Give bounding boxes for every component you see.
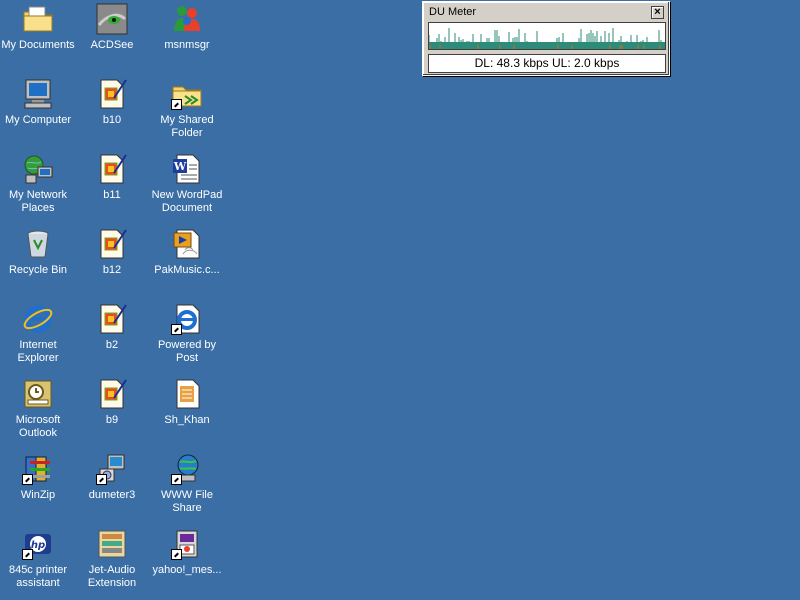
icon-label: WWW File Share bbox=[161, 489, 213, 514]
shortcut-arrow-icon bbox=[171, 474, 182, 485]
icon-label: Sh_Khan bbox=[164, 414, 210, 426]
icon-label: WinZip bbox=[20, 489, 56, 501]
desktop-icon-b9[interactable]: b9 bbox=[74, 378, 150, 427]
du-meter-title-bar[interactable]: DU Meter × bbox=[426, 5, 666, 21]
icon-label: Internet Explorer bbox=[17, 339, 59, 364]
file-share-icon bbox=[171, 453, 203, 485]
bandwidth-readout: DL: 48.3 kbps UL: 2.0 kbps bbox=[428, 54, 666, 73]
desktop-icon-sh-khan[interactable]: Sh_Khan bbox=[149, 378, 225, 427]
desktop-icon-my-computer[interactable]: My Computer bbox=[0, 78, 76, 127]
icon-label: Recycle Bin bbox=[8, 264, 68, 276]
desktop-icon-winzip[interactable]: WinZip bbox=[0, 453, 76, 502]
desktop-icon-msnmsgr[interactable]: msnmsgr bbox=[149, 3, 225, 52]
desktop[interactable]: My Documents My Computer My Network Plac… bbox=[0, 0, 800, 600]
desktop-icon-pakmusic[interactable]: PakMusic.c... bbox=[149, 228, 225, 277]
text-document-icon bbox=[171, 378, 203, 410]
desktop-icon-internet-explorer[interactable]: Internet Explorer bbox=[0, 303, 76, 365]
computer-icon bbox=[22, 78, 54, 110]
bandwidth-graph-svg bbox=[429, 28, 665, 49]
desktop-icon-b10[interactable]: b10 bbox=[74, 78, 150, 127]
icon-label: msnmsgr bbox=[164, 39, 210, 51]
yahoo-messenger-icon bbox=[171, 528, 203, 560]
svg-text:hp: hp bbox=[31, 540, 45, 551]
close-button[interactable]: × bbox=[651, 6, 664, 19]
icon-label: My Computer bbox=[4, 114, 72, 126]
icon-label: PakMusic.c... bbox=[154, 264, 220, 276]
media-file-icon bbox=[171, 228, 203, 260]
outlook-icon bbox=[22, 378, 54, 410]
desktop-icon-new-wordpad-document[interactable]: W New WordPad Document bbox=[149, 153, 225, 215]
shortcut-arrow-icon bbox=[22, 549, 33, 560]
winzip-icon bbox=[22, 453, 54, 485]
desktop-icon-845c-printer-assistant[interactable]: hp 845c printer assistant bbox=[0, 528, 76, 590]
desktop-icon-b2[interactable]: b2 bbox=[74, 303, 150, 352]
recycle-bin-icon bbox=[22, 228, 54, 260]
desktop-icon-my-documents[interactable]: My Documents bbox=[0, 3, 76, 52]
du-meter-title: DU Meter bbox=[429, 6, 477, 18]
icon-label: Powered by Post bbox=[157, 339, 217, 364]
shortcut-arrow-icon bbox=[96, 474, 107, 485]
shortcut-arrow-icon bbox=[171, 324, 182, 335]
installer-icon bbox=[96, 453, 128, 485]
desktop-icon-microsoft-outlook[interactable]: Microsoft Outlook bbox=[0, 378, 76, 440]
icon-label: b2 bbox=[105, 339, 119, 351]
folder-documents-icon bbox=[22, 3, 54, 35]
desktop-icon-b12[interactable]: b12 bbox=[74, 228, 150, 277]
icon-label: New WordPad Document bbox=[151, 189, 223, 214]
icon-label: My Network Places bbox=[8, 189, 68, 214]
network-places-icon bbox=[22, 153, 54, 185]
image-file-icon bbox=[96, 228, 128, 260]
shortcut-arrow-icon bbox=[171, 99, 182, 110]
bandwidth-graph bbox=[428, 22, 666, 50]
du-meter-window[interactable]: DU Meter × DL: 48.3 kbps UL: 2.0 kbps bbox=[422, 1, 670, 76]
desktop-icon-b11[interactable]: b11 bbox=[74, 153, 150, 202]
image-file-icon bbox=[96, 153, 128, 185]
desktop-icon-powered-by-post[interactable]: Powered by Post bbox=[149, 303, 225, 365]
desktop-icon-jet-audio-extension[interactable]: Jet-Audio Extension bbox=[74, 528, 150, 590]
desktop-icon-www-file-share[interactable]: WWW File Share bbox=[149, 453, 225, 515]
graph-baseline bbox=[429, 42, 665, 49]
wordpad-document-icon: W bbox=[171, 153, 203, 185]
desktop-icon-acdsee[interactable]: ACDSee bbox=[74, 3, 150, 52]
shortcut-arrow-icon bbox=[171, 549, 182, 560]
hp-printer-icon: hp bbox=[22, 528, 54, 560]
icon-label: yahoo!_mes... bbox=[152, 564, 222, 576]
image-file-icon bbox=[96, 78, 128, 110]
icon-label: b10 bbox=[102, 114, 122, 126]
ie-shortcut-icon bbox=[171, 303, 203, 335]
desktop-icon-yahoo-messenger[interactable]: yahoo!_mes... bbox=[149, 528, 225, 577]
msn-messenger-icon bbox=[171, 3, 203, 35]
jetaudio-icon bbox=[96, 528, 128, 560]
shared-folder-icon bbox=[171, 78, 203, 110]
icon-label: b12 bbox=[102, 264, 122, 276]
internet-explorer-icon bbox=[22, 303, 54, 335]
desktop-icon-my-shared-folder[interactable]: My Shared Folder bbox=[149, 78, 225, 140]
icon-label: My Documents bbox=[1, 39, 75, 51]
image-file-icon bbox=[96, 303, 128, 335]
icon-label: ACDSee bbox=[90, 39, 134, 51]
icon-label: Microsoft Outlook bbox=[15, 414, 61, 439]
icon-label: Jet-Audio Extension bbox=[87, 564, 137, 589]
icon-label: dumeter3 bbox=[88, 489, 136, 501]
image-file-icon bbox=[96, 378, 128, 410]
desktop-icon-my-network-places[interactable]: My Network Places bbox=[0, 153, 76, 215]
svg-text:W: W bbox=[173, 160, 187, 173]
icon-label: b11 bbox=[103, 189, 121, 201]
shortcut-arrow-icon bbox=[22, 474, 33, 485]
icon-label: My Shared Folder bbox=[160, 114, 214, 139]
icon-label: b9 bbox=[105, 414, 119, 426]
acdsee-icon bbox=[96, 3, 128, 35]
desktop-icon-dumeter3[interactable]: dumeter3 bbox=[74, 453, 150, 502]
desktop-icon-recycle-bin[interactable]: Recycle Bin bbox=[0, 228, 76, 277]
icon-label: 845c printer assistant bbox=[8, 564, 68, 589]
